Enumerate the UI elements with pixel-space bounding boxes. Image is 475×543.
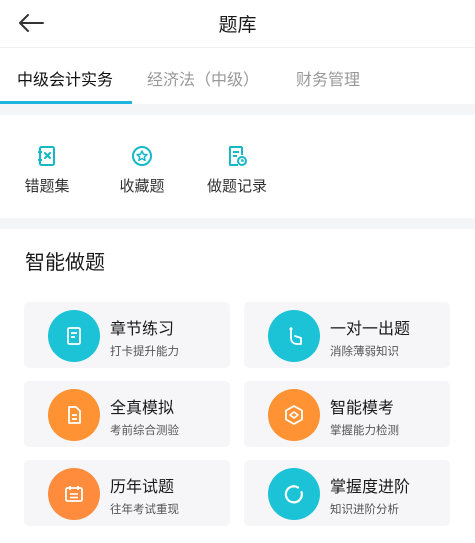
tab-economic-law[interactable]: 经济法（中级） — [147, 66, 259, 90]
header-bar: 题库 — [0, 0, 475, 48]
mastery-progress-card[interactable]: 掌握度进阶 知识进阶分析 — [244, 460, 450, 526]
practice-record-button[interactable]: 做题记录 — [197, 145, 277, 196]
divider — [0, 218, 475, 229]
hexagon-icon — [268, 389, 320, 441]
quick-actions: 错题集 收藏题 做题记录 — [0, 115, 475, 218]
divider — [0, 104, 475, 115]
card-title: 掌握度进阶 — [330, 477, 411, 496]
progress-ring-icon — [268, 468, 320, 520]
pen-hand-icon — [268, 310, 320, 362]
card-subtitle: 消除薄弱知识 — [330, 344, 399, 358]
subject-tabs: 中级会计实务 经济法（中级） 财务管理 — [0, 48, 475, 104]
record-icon — [229, 146, 247, 166]
smart-practice-section: 智能做题 章节练习 打卡提升能力 一对一出题 消除薄弱知识 全真模拟 考前综合测… — [0, 229, 475, 543]
wrong-questions-button[interactable]: 错题集 — [7, 145, 87, 196]
card-subtitle: 知识进阶分析 — [330, 502, 399, 516]
card-title: 一对一出题 — [330, 319, 411, 338]
tab-financial-management[interactable]: 财务管理 — [296, 66, 360, 90]
card-title: 章节练习 — [110, 319, 175, 338]
practice-record-label: 做题记录 — [206, 177, 267, 195]
card-subtitle: 打卡提升能力 — [110, 344, 179, 358]
star-circle-icon — [132, 146, 152, 166]
page-title: 题库 — [218, 14, 257, 36]
card-subtitle: 考前综合测验 — [110, 423, 179, 437]
wrong-book-icon — [38, 146, 55, 166]
calendar-icon — [48, 468, 100, 520]
chapter-practice-card[interactable]: 章节练习 打卡提升能力 — [24, 302, 230, 368]
tab-intermediate-accounting[interactable]: 中级会计实务 — [17, 66, 113, 90]
card-title: 历年试题 — [110, 477, 175, 496]
card-subtitle: 往年考试重现 — [110, 502, 179, 516]
favorites-label: 收藏题 — [119, 177, 165, 195]
one-on-one-card[interactable]: 一对一出题 消除薄弱知识 — [244, 302, 450, 368]
full-simulation-card[interactable]: 全真模拟 考前综合测验 — [24, 381, 230, 447]
document-icon — [48, 310, 100, 362]
card-title: 智能模考 — [330, 398, 395, 417]
card-title: 全真模拟 — [110, 398, 175, 417]
wrong-questions-label: 错题集 — [24, 177, 70, 195]
smart-mock-exam-card[interactable]: 智能模考 掌握能力检测 — [244, 381, 450, 447]
past-exams-card[interactable]: 历年试题 往年考试重现 — [24, 460, 230, 526]
card-subtitle: 掌握能力检测 — [330, 423, 399, 437]
favorites-button[interactable]: 收藏题 — [102, 145, 182, 196]
section-title: 智能做题 — [25, 250, 105, 274]
paper-icon — [48, 389, 100, 441]
